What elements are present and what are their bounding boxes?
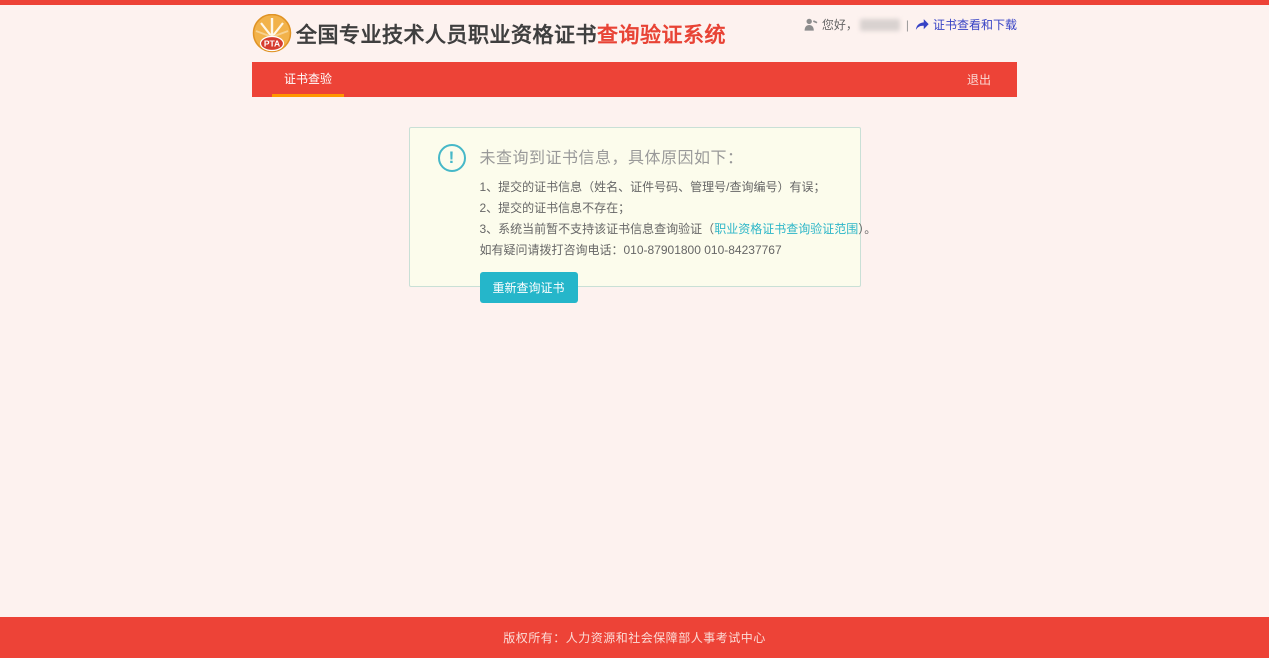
reason-3-prefix: 3、系统当前暂不支持该证书信息查询验证（ (480, 222, 715, 236)
alert-exclamation-icon: ! (438, 144, 466, 172)
reason-3-suffix: ）。 (858, 222, 876, 236)
greeting-text: 您好， (822, 16, 858, 33)
retry-query-button[interactable]: 重新查询证书 (480, 272, 578, 303)
logout-button[interactable]: 退出 (955, 62, 1003, 97)
reason-item-3: 3、系统当前暂不支持该证书信息查询验证（职业资格证书查询验证范围）。 (480, 219, 877, 240)
site-title-accent: 查询验证系统 (597, 24, 726, 47)
view-download-label: 证书查看和下载 (933, 16, 1017, 33)
phone-line: 如有疑问请拨打咨询电话：010-87901800 010-84237767 (480, 240, 877, 261)
pta-logo-icon: PTA (252, 14, 292, 54)
notice-content: 未查询到证书信息，具体原因如下： 1、提交的证书信息（姓名、证件号码、管理号/查… (480, 141, 877, 286)
user-area: 您好， | 证书查看和下载 (804, 16, 1017, 33)
view-download-link[interactable]: 证书查看和下载 (915, 16, 1017, 33)
site-title: 全国专业技术人员职业资格证书查询验证系统 (296, 19, 726, 49)
tab-certificate-check[interactable]: 证书查验 (272, 62, 344, 97)
header: PTA 全国专业技术人员职业资格证书查询验证系统 您好， | 证书查看和下载 (252, 5, 1017, 62)
scope-link[interactable]: 职业资格证书查询验证范围 (714, 222, 858, 236)
brand: PTA 全国专业技术人员职业资格证书查询验证系统 (252, 14, 726, 54)
reason-item-2: 2、提交的证书信息不存在； (480, 198, 877, 219)
notice-title: 未查询到证书信息，具体原因如下： (480, 144, 877, 168)
redacted-username (860, 19, 900, 31)
user-icon (804, 18, 818, 31)
logo-text: PTA (264, 39, 280, 49)
notice-box: ! 未查询到证书信息，具体原因如下： 1、提交的证书信息（姓名、证件号码、管理号… (409, 127, 861, 287)
reason-item-1: 1、提交的证书信息（姓名、证件号码、管理号/查询编号）有误； (480, 177, 877, 198)
share-arrow-icon (915, 18, 929, 31)
separator: | (906, 18, 909, 32)
copyright-text: 版权所有：人力资源和社会保障部人事考试中心 (503, 629, 766, 646)
main-navbar: 证书查验 退出 (252, 62, 1017, 97)
footer: 版权所有：人力资源和社会保障部人事考试中心 (0, 617, 1269, 658)
site-title-main: 全国专业技术人员职业资格证书 (296, 24, 597, 47)
